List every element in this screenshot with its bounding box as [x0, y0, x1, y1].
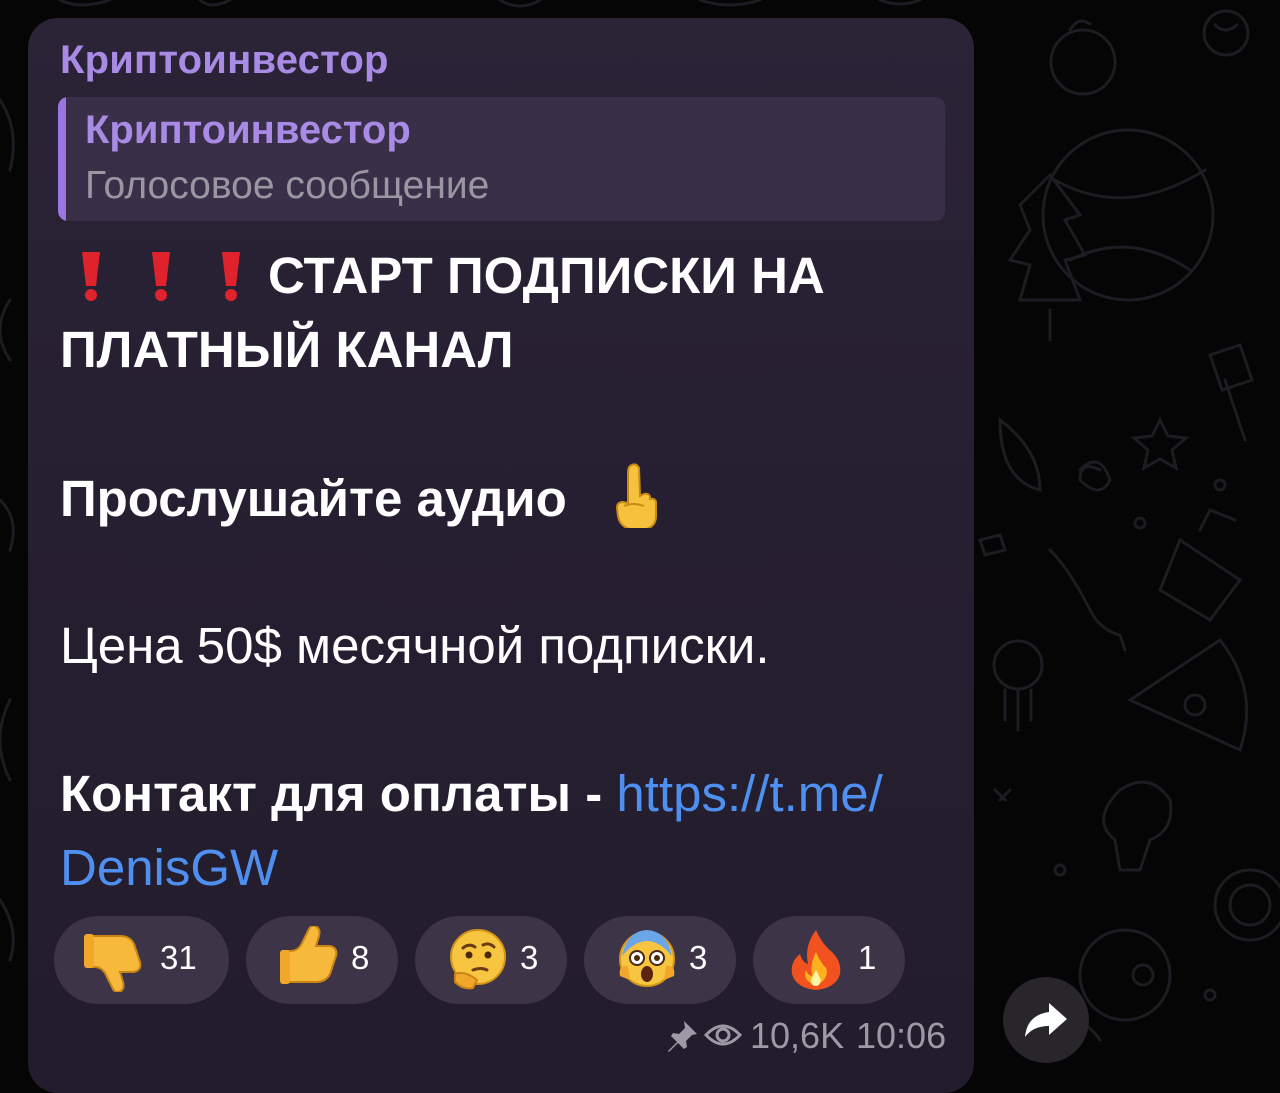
reply-preview-text: Голосовое сообщение	[85, 164, 490, 207]
thumbs-down-icon	[84, 934, 142, 992]
reply-quote[interactable]: Криптоинвестор Голосовое сообщение	[58, 97, 945, 221]
contact-line: Контакт для оплаты - https://t.me/	[60, 764, 883, 823]
reaction-thumbs-down[interactable]: 31	[54, 916, 229, 1004]
pin-icon	[668, 1021, 697, 1052]
fire-icon	[791, 930, 841, 990]
pointing-up-finger-icon	[615, 463, 657, 528]
view-count: 10,6K	[750, 1015, 845, 1056]
exclamation-icon	[152, 252, 170, 301]
reply-accent-bar	[58, 97, 66, 221]
reaction-count: 31	[160, 939, 197, 976]
thinking-face-icon	[450, 929, 506, 990]
reaction-count: 3	[520, 939, 539, 976]
exclamation-icon	[82, 252, 100, 301]
reaction-count: 1	[858, 939, 877, 976]
headline-line-2: ПЛАТНЫЙ КАНАЛ	[60, 321, 514, 378]
eye-icon	[704, 1024, 742, 1046]
contact-link[interactable]: https://t.me/	[616, 765, 882, 822]
price-text: Цена 50$ месячной подписки.	[60, 617, 770, 674]
contact-link-continued[interactable]: DenisGW	[60, 838, 278, 897]
share-arrow-icon	[1025, 1003, 1067, 1037]
sender-name[interactable]: Криптоинвестор	[60, 38, 389, 83]
reaction-screaming[interactable]: 3	[584, 916, 736, 1004]
share-button[interactable]	[1003, 977, 1089, 1063]
reaction-thinking[interactable]: 3	[415, 916, 567, 1004]
listen-text: Прослушайте аудио	[60, 470, 567, 527]
reaction-fire[interactable]: 1	[753, 916, 905, 1004]
thumbs-up-icon	[280, 926, 338, 984]
headline-line-1: СТАРТ ПОДПИСКИ НА	[268, 247, 825, 304]
screaming-face-icon	[619, 930, 675, 987]
exclamation-icon	[222, 252, 240, 301]
reaction-thumbs-up[interactable]: 8	[246, 916, 398, 1004]
reaction-count: 3	[689, 939, 708, 976]
reaction-count: 8	[351, 939, 370, 976]
reply-author: Криптоинвестор	[85, 108, 411, 152]
message-time: 10:06	[856, 1015, 947, 1056]
contact-label: Контакт для оплаты -	[60, 765, 617, 822]
